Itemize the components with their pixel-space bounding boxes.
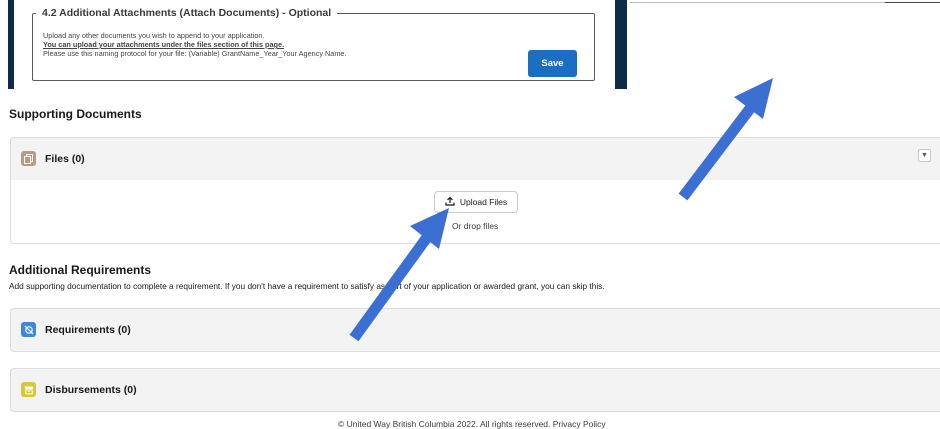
attachments-legend: 4.2 Additional Attachments (Attach Docum… — [36, 7, 338, 19]
disbursements-panel[interactable] — [10, 368, 940, 412]
upload-icon — [445, 196, 455, 208]
requirements-panel[interactable] — [10, 308, 940, 352]
files-label[interactable]: Files (0) — [45, 153, 85, 165]
requirements-label[interactable]: Requirements (0) — [45, 324, 131, 336]
files-dropdown-button[interactable]: ▼ — [918, 149, 931, 162]
disbursements-label[interactable]: Disbursements (0) — [45, 384, 137, 396]
chevron-down-icon: ▼ — [921, 152, 928, 159]
top-divider-dark — [885, 2, 940, 3]
upload-files-label: Upload Files — [459, 197, 508, 207]
attachments-screenshot: 4.2 Additional Attachments (Attach Docum… — [8, 0, 627, 89]
supporting-documents-title: Supporting Documents — [9, 107, 142, 121]
attachments-line1: Upload any other documents you wish to a… — [43, 31, 265, 40]
drop-files-text: Or drop files — [452, 221, 499, 231]
additional-requirements-title: Additional Requirements — [9, 263, 152, 277]
files-icon — [21, 151, 36, 166]
upload-files-button[interactable]: Upload Files — [434, 191, 518, 213]
files-panel-header[interactable] — [10, 137, 940, 181]
attachments-line3: Please use this naming protocol for your… — [43, 49, 347, 58]
top-divider — [630, 2, 885, 3]
footer-copyright: © United Way British Columbia 2022. All … — [338, 419, 606, 429]
attachments-files-link[interactable]: You can upload your attachments under th… — [43, 40, 347, 49]
attachments-card: 4.2 Additional Attachments (Attach Docum… — [14, 0, 615, 89]
save-button[interactable]: Save — [528, 50, 577, 77]
disbursements-icon — [21, 382, 36, 397]
attachments-instructions: Upload any other documents you wish to a… — [43, 31, 347, 58]
requirements-icon — [21, 322, 36, 337]
additional-requirements-description: Add supporting documentation to complete… — [9, 281, 605, 291]
